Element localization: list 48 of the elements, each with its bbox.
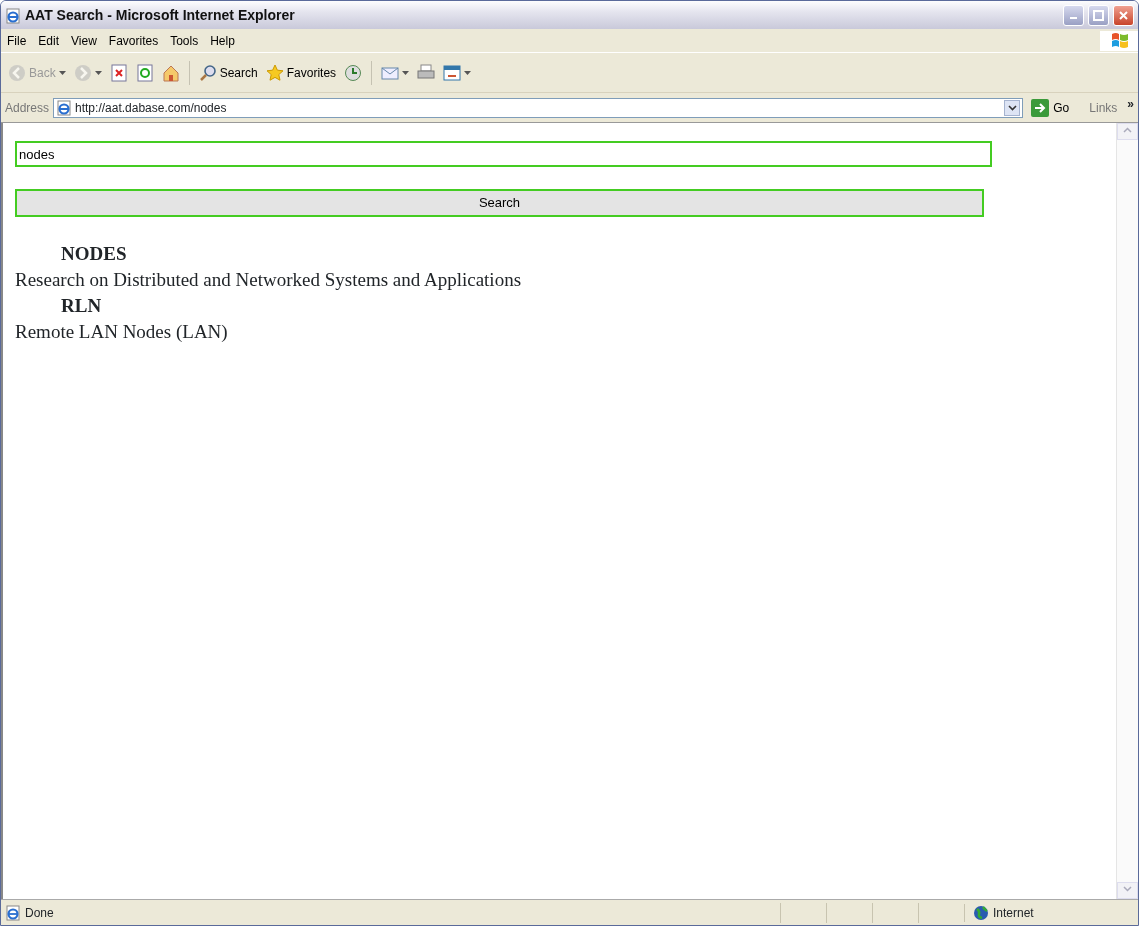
scroll-up-icon bbox=[1123, 126, 1132, 133]
caret-icon bbox=[464, 70, 472, 75]
favorites-button[interactable]: Favorites bbox=[262, 61, 340, 84]
close-icon bbox=[1118, 9, 1129, 21]
maximize-icon bbox=[1093, 9, 1104, 21]
address-label: Address bbox=[5, 99, 50, 117]
search-field[interactable]: nodes bbox=[15, 141, 992, 167]
refresh-icon bbox=[135, 63, 154, 82]
links-button[interactable]: Links bbox=[1081, 97, 1124, 118]
menu-item[interactable]: Favorites bbox=[102, 31, 165, 50]
menu-item[interactable]: File bbox=[1, 31, 33, 50]
scroll-down-icon bbox=[1123, 885, 1132, 892]
star-icon bbox=[265, 63, 284, 82]
scrollbar[interactable] bbox=[1116, 123, 1138, 899]
close-button[interactable] bbox=[1113, 4, 1134, 26]
result-term: RLN bbox=[61, 294, 103, 318]
search-button[interactable]: Search bbox=[195, 61, 261, 84]
minimize-button[interactable] bbox=[1063, 4, 1084, 26]
menu-item[interactable]: View bbox=[65, 31, 103, 50]
page-icon bbox=[5, 904, 21, 921]
search-icon bbox=[198, 63, 217, 82]
result-term: NODES bbox=[61, 242, 128, 266]
search-button[interactable]: Search bbox=[15, 189, 984, 217]
minimize-icon bbox=[1070, 17, 1077, 19]
stop-icon bbox=[109, 63, 128, 82]
caret-icon bbox=[58, 70, 66, 75]
page-edit-icon bbox=[443, 63, 462, 82]
clock-icon bbox=[344, 63, 363, 82]
chevron-icon[interactable]: » bbox=[1127, 94, 1134, 113]
menu-item[interactable]: Help bbox=[204, 31, 241, 50]
page-icon bbox=[56, 99, 73, 116]
printer-icon bbox=[417, 63, 436, 82]
go-button[interactable]: Go bbox=[1027, 98, 1078, 117]
caret-icon bbox=[402, 70, 410, 75]
browser-page-icon bbox=[5, 7, 21, 24]
result-description: Research on Distributed and Networked Systems and Applications bbox=[15, 268, 523, 292]
caret-icon bbox=[94, 70, 102, 75]
address-field[interactable]: http://aat.dabase.com/nodes bbox=[53, 97, 1024, 118]
maximize-button[interactable] bbox=[1088, 4, 1109, 26]
globe-icon bbox=[973, 904, 989, 921]
status-text: Done bbox=[25, 904, 54, 922]
windows-flag-icon bbox=[1110, 31, 1130, 50]
menu-item[interactable]: Edit bbox=[32, 31, 66, 50]
result-description: Remote LAN Nodes (LAN) bbox=[15, 320, 229, 344]
menu-item[interactable]: Tools bbox=[164, 31, 205, 50]
window-title: AAT Search - Microsoft Internet Explorer bbox=[25, 5, 295, 25]
home-icon bbox=[161, 63, 180, 82]
zone-label: Internet bbox=[964, 903, 1134, 922]
